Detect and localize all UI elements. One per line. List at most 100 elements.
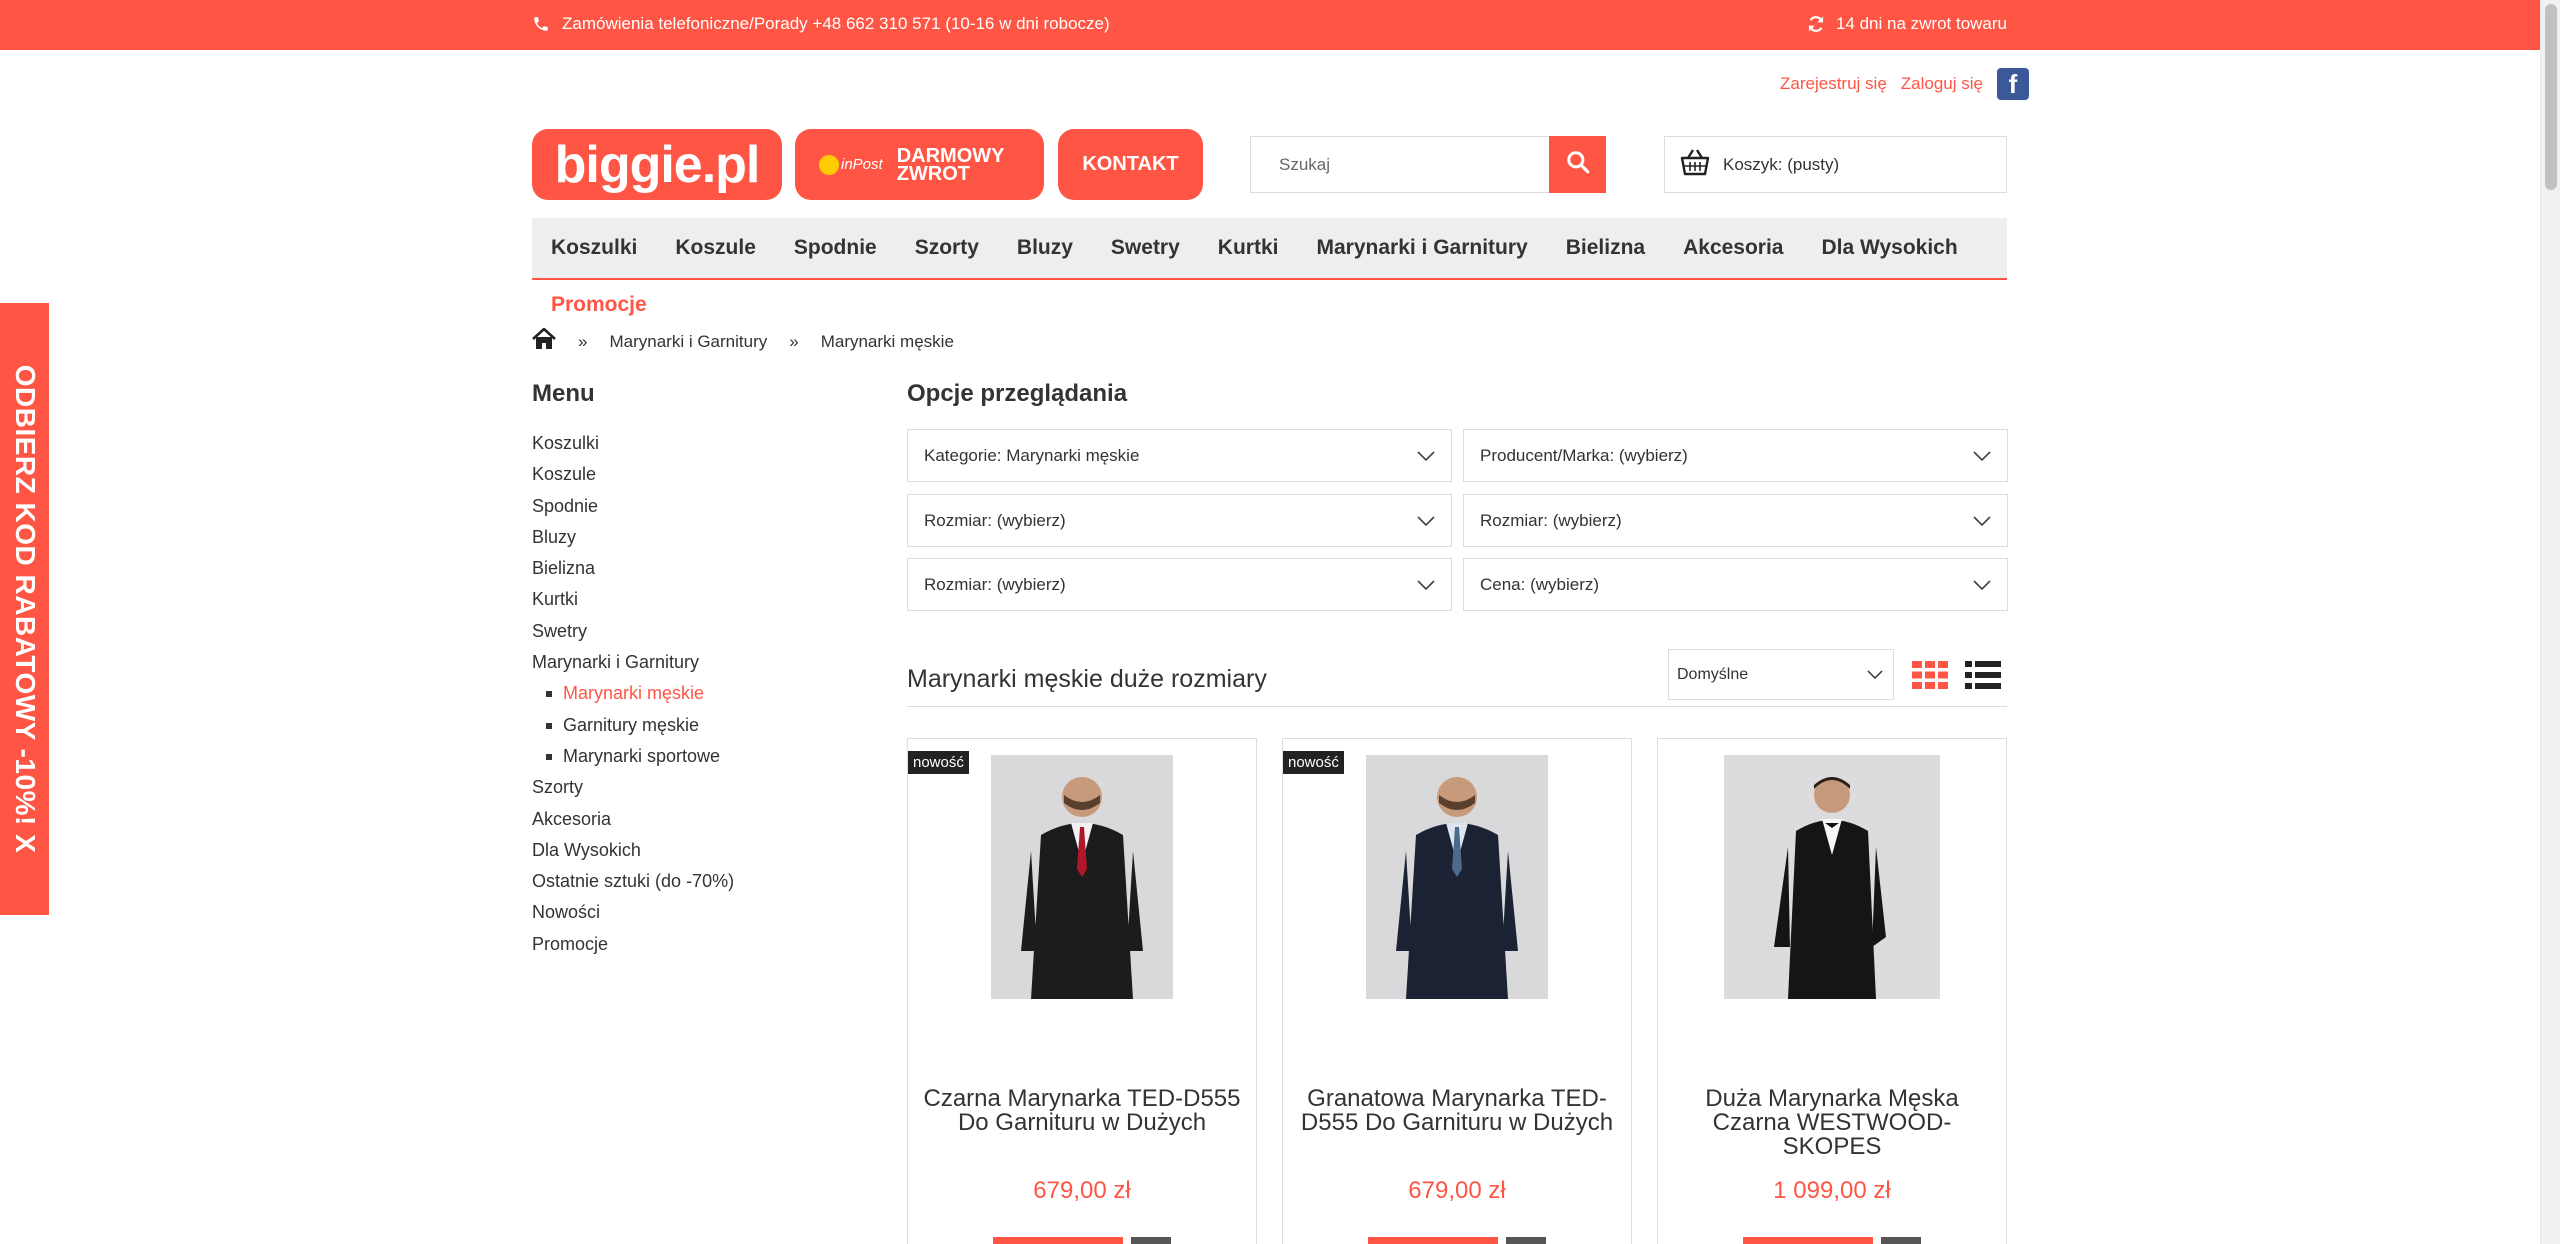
nav-item-marynarki-i-garnitury[interactable]: Marynarki i Garnitury [1316, 236, 1527, 260]
filter-kategorie[interactable]: Kategorie: Marynarki męskie [907, 429, 1452, 482]
product-image[interactable] [991, 755, 1173, 999]
grid-view-icon[interactable] [1912, 661, 1948, 694]
add-to-cart-button[interactable] [1743, 1237, 1873, 1244]
sidebar-item-kurtki[interactable]: Kurtki [532, 584, 862, 615]
sidebar-subitem-garnitury-meskie[interactable]: Garnitury męskie [532, 710, 862, 741]
site-logo[interactable]: biggie.pl [532, 129, 782, 200]
nav-item-koszule[interactable]: Koszule [675, 236, 756, 260]
breadcrumb-marynarki-i-garnitury[interactable]: Marynarki i Garnitury [609, 332, 767, 352]
contact-button[interactable]: KONTAKT [1058, 129, 1203, 200]
basket-icon [1679, 147, 1711, 182]
discount-code-text: ODBIERZ KOD RABATOWY -10%! X [9, 364, 41, 854]
breadcrumb-current: Marynarki męskie [820, 331, 954, 351]
quick-view-button[interactable] [1881, 1237, 1921, 1244]
register-link[interactable]: Zarejestruj się [1780, 74, 1887, 94]
filter-label: Rozmiar: (wybierz) [924, 510, 1066, 530]
filter-label: Kategorie: Marynarki męskie [924, 445, 1140, 465]
facebook-icon[interactable]: f [1997, 68, 2029, 100]
nav-item-akcesoria[interactable]: Akcesoria [1683, 236, 1783, 260]
discount-code-tab[interactable]: ODBIERZ KOD RABATOWY -10%! X [0, 303, 49, 915]
chevron-down-icon [1867, 666, 1883, 684]
search-input[interactable] [1251, 137, 1549, 192]
nav-item-bielizna[interactable]: Bielizna [1566, 236, 1645, 260]
nav-item-swetry[interactable]: Swetry [1111, 236, 1180, 260]
product-price: 1 099,00 zł [1773, 1177, 1891, 1204]
sidebar-subitem-marynarki-meskie[interactable]: Marynarki męskie [532, 678, 862, 709]
filter-producent[interactable]: Producent/Marka: (wybierz) [1463, 429, 2008, 482]
quick-view-button[interactable] [1506, 1237, 1546, 1244]
sort-select[interactable]: Domyślne [1668, 649, 1894, 700]
sidebar-item-koszule[interactable]: Koszule [532, 459, 862, 490]
nav-item-kurtki[interactable]: Kurtki [1218, 236, 1279, 260]
sidebar-item-nowosci[interactable]: Nowości [532, 897, 862, 928]
sidebar-item-swetry[interactable]: Swetry [532, 616, 862, 647]
listing-header: Marynarki męskie duże rozmiary Domyślne [907, 647, 2007, 707]
filter-rozmiar-3[interactable]: Rozmiar: (wybierz) [907, 558, 1452, 611]
inpost-free-return-banner[interactable]: inPost DARMOWY ZWROT [795, 129, 1044, 200]
page-scrollbar[interactable] [2540, 0, 2560, 1244]
sidebar-item-bielizna[interactable]: Bielizna [532, 553, 862, 584]
inpost-logo: inPost [819, 154, 883, 175]
sidebar-menu: Menu Koszulki Koszule Spodnie Bluzy Biel… [532, 380, 862, 960]
sun-icon [819, 154, 839, 175]
product-card[interactable]: nowość Czarna Marynarka TED-D555 Do Garn… [907, 738, 1257, 1244]
add-to-cart-button[interactable] [993, 1237, 1123, 1244]
return-info: 14 dni na zwrot towaru [1806, 14, 2007, 34]
sidebar-item-promocje[interactable]: Promocje [532, 929, 862, 960]
sidebar-item-ostatnie-sztuki[interactable]: Ostatnie sztuki (do -70%) [532, 866, 862, 897]
product-image[interactable] [1366, 755, 1548, 999]
product-image[interactable] [1724, 755, 1940, 999]
phone-info: Zamówienia telefoniczne/Porady +48 662 3… [532, 14, 1110, 34]
list-view-icon[interactable] [1965, 661, 2001, 694]
sidebar-item-szorty[interactable]: Szorty [532, 772, 862, 803]
search-form [1250, 136, 1606, 193]
filter-cena[interactable]: Cena: (wybierz) [1463, 558, 2008, 611]
chevron-down-icon [1417, 515, 1435, 526]
sidebar-item-dla-wysokich[interactable]: Dla Wysokich [532, 835, 862, 866]
product-name[interactable]: Granatowa Marynarka TED-D555 Do Garnitur… [1293, 1087, 1621, 1135]
breadcrumb-separator: » [578, 331, 588, 351]
sidebar-item-spodnie[interactable]: Spodnie [532, 491, 862, 522]
login-link[interactable]: Zaloguj się [1901, 74, 1983, 94]
refresh-icon [1806, 14, 1826, 34]
phone-icon [532, 15, 550, 33]
filter-rozmiar-1[interactable]: Rozmiar: (wybierz) [907, 494, 1452, 547]
sidebar-subitem-marynarki-sportowe[interactable]: Marynarki sportowe [532, 741, 862, 772]
nav-item-bluzy[interactable]: Bluzy [1017, 236, 1073, 260]
quick-view-button[interactable] [1131, 1237, 1171, 1244]
breadcrumb: » Marynarki i Garnitury » Marynarki męsk… [532, 327, 954, 355]
sidebar-item-koszulki[interactable]: Koszulki [532, 428, 862, 459]
scrollbar-thumb[interactable] [2545, 4, 2557, 190]
nav-item-promocje[interactable]: Promocje [551, 293, 647, 317]
product-name[interactable]: Czarna Marynarka TED-D555 Do Garnituru w… [918, 1087, 1246, 1135]
new-badge: nowość [908, 751, 969, 774]
sidebar-item-marynarki-i-garnitury[interactable]: Marynarki i Garnitury [532, 647, 862, 678]
product-price: 679,00 zł [1408, 1177, 1506, 1204]
cart-widget[interactable]: Koszyk: (pusty) [1664, 136, 2007, 193]
filter-rozmiar-2[interactable]: Rozmiar: (wybierz) [1463, 494, 2008, 547]
chevron-down-icon [1973, 450, 1991, 461]
add-to-cart-button[interactable] [1368, 1237, 1498, 1244]
phone-text: Zamówienia telefoniczne/Porady +48 662 3… [562, 14, 1110, 33]
search-button[interactable] [1549, 136, 1606, 193]
new-badge: nowość [1283, 751, 1344, 774]
breadcrumb-separator: » [789, 331, 799, 351]
chevron-down-icon [1417, 450, 1435, 461]
main-nav: Koszulki Koszule Spodnie Szorty Bluzy Sw… [532, 218, 2007, 280]
product-card[interactable]: Duża Marynarka Męska Czarna WESTWOOD-SKO… [1657, 738, 2007, 1244]
sidebar-item-bluzy[interactable]: Bluzy [532, 522, 862, 553]
nav-item-dla-wysokich[interactable]: Dla Wysokich [1822, 236, 1958, 260]
nav-item-szorty[interactable]: Szorty [915, 236, 979, 260]
return-text: 14 dni na zwrot towaru [1835, 14, 2007, 33]
product-name[interactable]: Duża Marynarka Męska Czarna WESTWOOD-SKO… [1668, 1087, 1996, 1159]
filter-label: Producent/Marka: (wybierz) [1480, 445, 1688, 465]
nav-item-spodnie[interactable]: Spodnie [794, 236, 877, 260]
home-icon[interactable] [532, 327, 556, 355]
product-card[interactable]: nowość Granatowa Marynarka TED-D555 Do G… [1282, 738, 1632, 1244]
free-return-text: DARMOWY ZWROT [897, 146, 1005, 184]
top-info-bar: Zamówienia telefoniczne/Porady +48 662 3… [0, 0, 2540, 50]
listing-title: Marynarki męskie duże rozmiary [907, 665, 1267, 693]
nav-item-koszulki[interactable]: Koszulki [551, 236, 637, 260]
sidebar-item-akcesoria[interactable]: Akcesoria [532, 804, 862, 835]
filter-label: Rozmiar: (wybierz) [1480, 510, 1622, 530]
